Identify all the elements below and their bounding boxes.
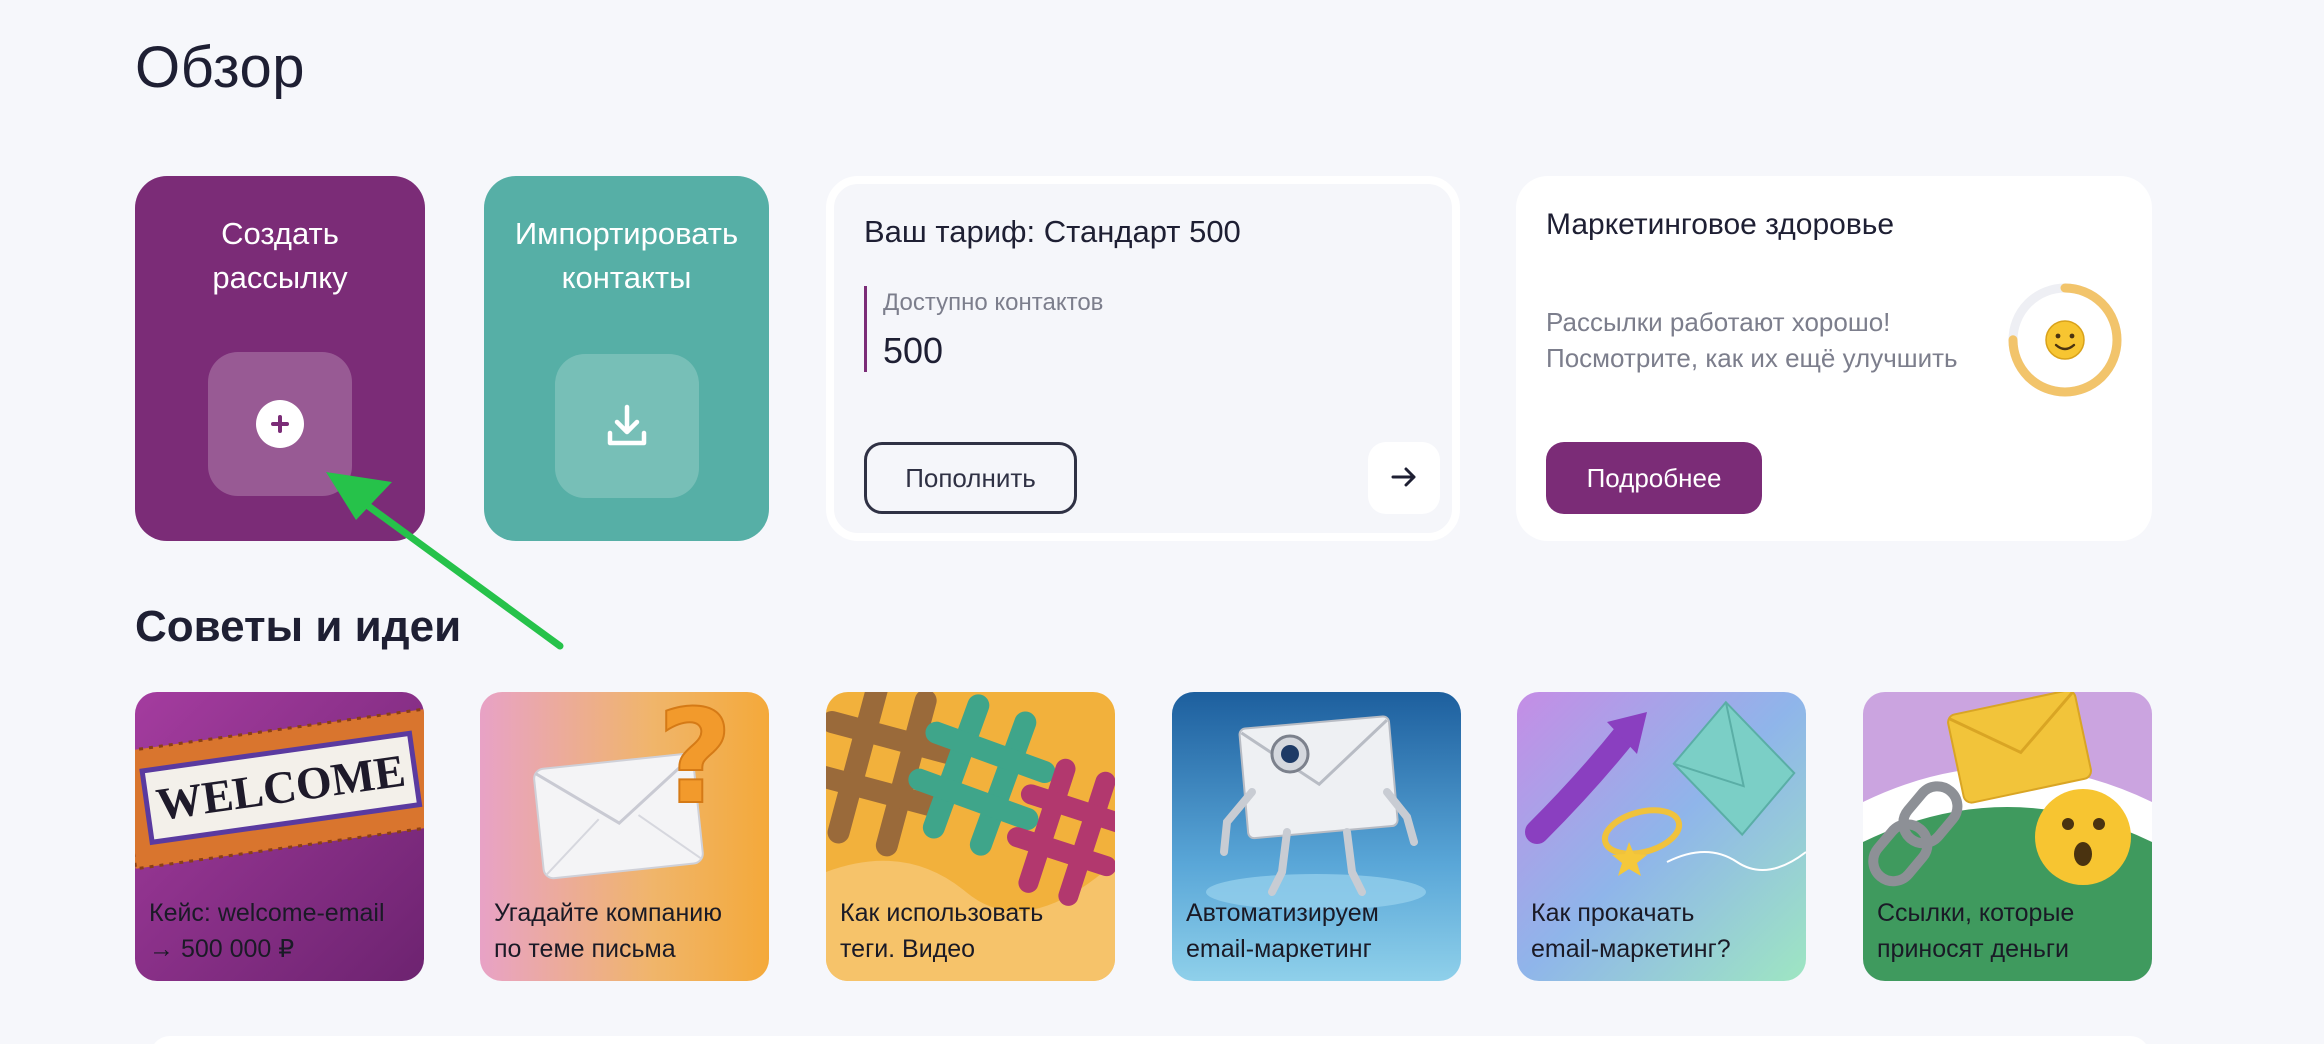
import-contacts-card[interactable]: Импортировать контакты bbox=[484, 176, 769, 541]
tip-card-tags-video[interactable]: Как использовать теги. Видео bbox=[826, 692, 1115, 981]
tip-card-profitable-links[interactable]: Ссылки, которые приносят деньги bbox=[1863, 692, 2152, 981]
tip-caption-line2: email-маркетинг? bbox=[1531, 935, 1731, 963]
tip-card-welcome[interactable]: WELCOME Кейс: welcome-email → 500 000 ₽ bbox=[135, 692, 424, 981]
tip-caption: Как использовать теги. Видео bbox=[840, 895, 1107, 967]
import-contacts-button[interactable] bbox=[554, 354, 699, 498]
import-contacts-label: Импортировать контакты bbox=[514, 216, 739, 295]
tip-card-guess-company[interactable]: ? Угадайте компанию по теме письма bbox=[480, 692, 769, 981]
tariff-card: Ваш тариф: Стандарт 500 Доступно контакт… bbox=[826, 176, 1460, 541]
health-text-line1: Рассылки работают хорошо! bbox=[1546, 307, 1891, 337]
arrow-right-icon bbox=[1391, 467, 1416, 486]
svg-text:?: ? bbox=[657, 692, 732, 833]
tip-caption-line2: → 500 000 ₽ bbox=[149, 935, 295, 963]
create-campaign-label: Создать рассылку bbox=[212, 216, 348, 295]
health-title: Маркетинговое здоровье bbox=[1546, 208, 1895, 241]
tip-caption: Как прокачать email-маркетинг? bbox=[1531, 895, 1798, 967]
health-description: Рассылки работают хорошо! Посмотрите, ка… bbox=[1546, 304, 1958, 376]
smiley-face-icon bbox=[2045, 320, 2085, 360]
tip-caption: Угадайте компанию по теме письма bbox=[494, 895, 761, 967]
more-details-button[interactable]: Подробнее bbox=[1546, 442, 1762, 514]
tips-section-title: Советы и идеи bbox=[135, 602, 462, 651]
contacts-value: 500 bbox=[883, 330, 944, 371]
create-campaign-card[interactable]: Создать рассылку bbox=[135, 176, 425, 541]
tip-caption-line1: Кейс: welcome-email bbox=[149, 899, 385, 927]
download-icon bbox=[607, 404, 646, 446]
tip-card-boost-marketing[interactable]: Как прокачать email-маркетинг? bbox=[1517, 692, 1806, 981]
health-gauge bbox=[2008, 283, 2122, 397]
contacts-stat: Доступно контактов 500 bbox=[864, 286, 1103, 372]
tip-caption-line2: email-маркетинг bbox=[1186, 935, 1372, 963]
tip-caption: Кейс: welcome-email → 500 000 ₽ bbox=[149, 895, 416, 967]
tip-card-automation[interactable]: Автоматизируем email-маркетинг bbox=[1172, 692, 1461, 981]
plus-circle-icon bbox=[256, 400, 304, 448]
next-section-card bbox=[150, 1036, 2150, 1044]
tip-caption-line2: по теме письма bbox=[494, 935, 676, 963]
tip-caption-line2: теги. Видео bbox=[840, 935, 976, 963]
tip-caption-line1: Автоматизируем bbox=[1186, 899, 1379, 927]
health-text-line2: Посмотрите, как их ещё улучшить bbox=[1546, 343, 1958, 373]
tip-caption-line1: Угадайте компанию bbox=[494, 899, 722, 927]
topup-button[interactable]: Пополнить bbox=[864, 442, 1077, 514]
marketing-health-card: Маркетинговое здоровье Рассылки работают… bbox=[1516, 176, 2152, 541]
tip-caption: Автоматизируем email-маркетинг bbox=[1186, 895, 1453, 967]
tip-caption: Ссылки, которые приносят деньги bbox=[1877, 895, 2144, 967]
tip-caption-line1: Как использовать bbox=[840, 899, 1044, 927]
create-campaign-button[interactable] bbox=[208, 352, 352, 496]
tariff-title: Ваш тариф: Стандарт 500 bbox=[864, 214, 1241, 249]
tip-caption-line1: Ссылки, которые bbox=[1877, 899, 2075, 927]
tip-caption-line1: Как прокачать bbox=[1531, 899, 1695, 927]
tariff-details-button[interactable] bbox=[1368, 442, 1440, 514]
page-title: Обзор bbox=[135, 35, 306, 100]
tip-caption-line2: приносят деньги bbox=[1877, 935, 2069, 963]
contacts-label: Доступно контактов bbox=[883, 289, 1104, 316]
